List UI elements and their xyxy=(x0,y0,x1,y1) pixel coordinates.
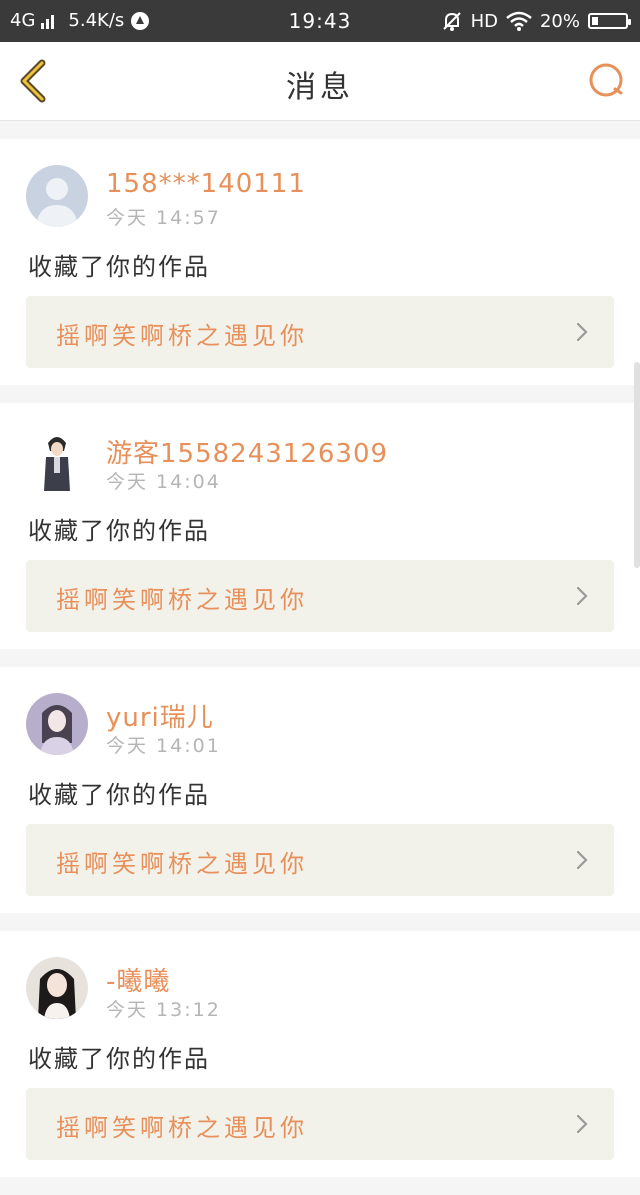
message-text: 收藏了你的作品 xyxy=(28,1045,210,1073)
message-text: 收藏了你的作品 xyxy=(28,781,210,809)
work-title: 摇啊笑啊桥之遇见你 xyxy=(56,586,308,614)
avatar[interactable] xyxy=(26,957,88,1019)
chevron-right-icon xyxy=(576,1114,588,1134)
hd-label: HD xyxy=(470,10,498,32)
nav-bar: 消息 xyxy=(0,42,640,121)
avatar[interactable] xyxy=(26,165,88,227)
mute-icon xyxy=(442,12,461,31)
work-link[interactable]: 摇啊笑啊桥之遇见你 xyxy=(26,1088,614,1160)
search-icon xyxy=(589,63,623,97)
status-bar: 4G 5.4K/s 19:43 HD 20% xyxy=(0,0,640,42)
message-card: 158***140111 今天 14:57 收藏了你的作品 摇啊笑啊桥之遇见你 xyxy=(0,139,640,385)
wifi-icon xyxy=(506,11,532,31)
battery-percent: 20% xyxy=(539,10,580,32)
avatar[interactable] xyxy=(26,429,88,491)
user-name[interactable]: -曦曦 xyxy=(106,961,170,998)
message-card: 游客1558243126309 今天 14:04 收藏了你的作品 摇啊笑啊桥之遇… xyxy=(0,403,640,649)
message-time: 今天 14:04 xyxy=(106,471,221,493)
user-name[interactable]: yuri瑞儿 xyxy=(106,697,214,734)
message-time: 今天 14:01 xyxy=(106,735,221,757)
chevron-right-icon xyxy=(576,322,588,342)
work-title: 摇啊笑啊桥之遇见你 xyxy=(56,850,308,878)
scrollbar[interactable] xyxy=(634,362,640,568)
work-link[interactable]: 摇啊笑啊桥之遇见你 xyxy=(26,560,614,632)
user-name[interactable]: 158***140111 xyxy=(106,169,306,199)
message-text: 收藏了你的作品 xyxy=(28,253,210,281)
message-time: 今天 13:12 xyxy=(106,999,221,1021)
message-text: 收藏了你的作品 xyxy=(28,517,210,545)
status-right: HD 20% xyxy=(441,10,631,32)
chevron-right-icon xyxy=(576,850,588,870)
battery-icon xyxy=(588,13,631,29)
page-title: 消息 xyxy=(286,70,354,105)
search-button[interactable] xyxy=(586,60,626,100)
avatar[interactable] xyxy=(26,693,88,755)
work-link[interactable]: 摇啊笑啊桥之遇见你 xyxy=(26,824,614,896)
work-link[interactable]: 摇啊笑啊桥之遇见你 xyxy=(26,296,614,368)
work-title: 摇啊笑啊桥之遇见你 xyxy=(56,322,308,350)
message-card: yuri瑞儿 今天 14:01 收藏了你的作品 摇啊笑啊桥之遇见你 xyxy=(0,667,640,913)
message-time: 今天 14:57 xyxy=(106,207,221,229)
user-name[interactable]: 游客1558243126309 xyxy=(106,433,388,470)
chevron-right-icon xyxy=(576,586,588,606)
message-list: 158***140111 今天 14:57 收藏了你的作品 摇啊笑啊桥之遇见你 … xyxy=(0,139,640,1195)
message-card: -曦曦 今天 13:12 收藏了你的作品 摇啊笑啊桥之遇见你 xyxy=(0,931,640,1177)
